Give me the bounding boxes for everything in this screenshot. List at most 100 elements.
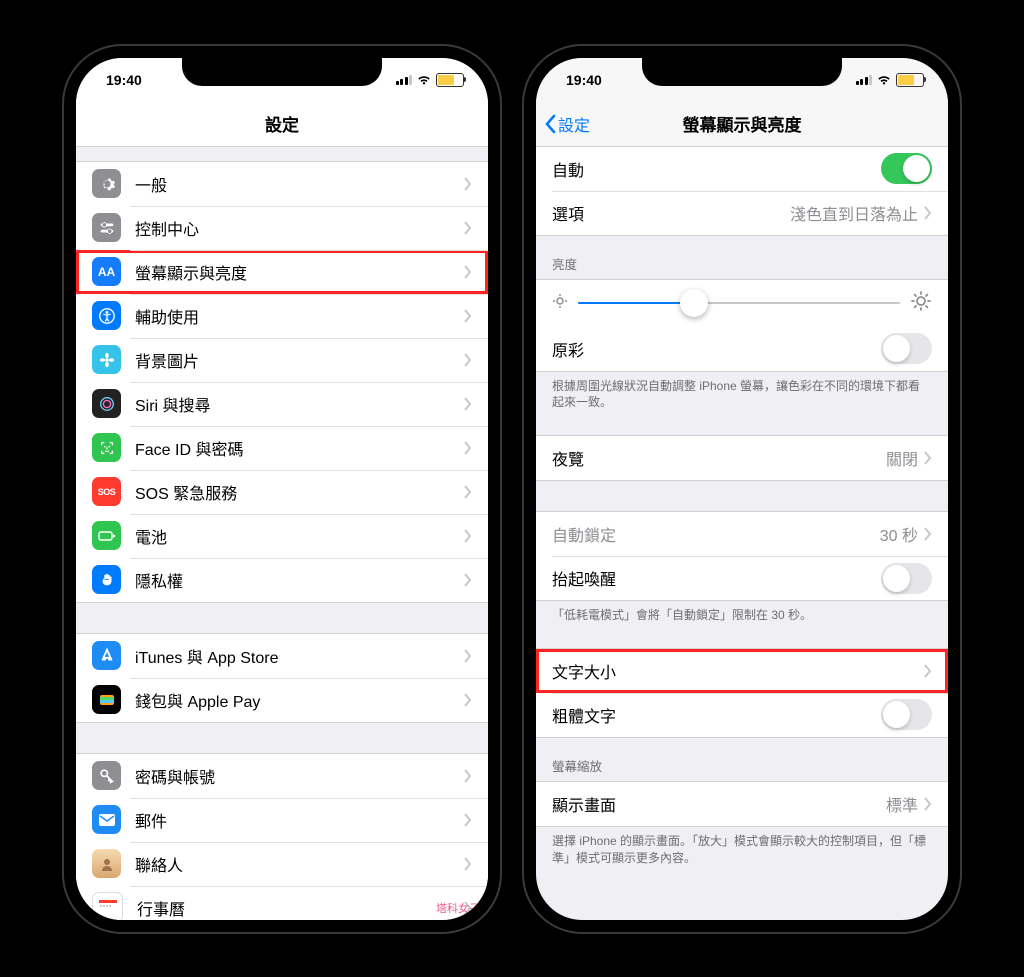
row-label: 郵件 xyxy=(135,808,464,832)
row-label: 輔助使用 xyxy=(135,304,464,328)
wifi-icon xyxy=(876,74,892,86)
switch-bold-text[interactable] xyxy=(881,699,932,730)
row-label: 文字大小 xyxy=(552,659,924,683)
chevron-right-icon xyxy=(464,485,472,499)
row-night-shift[interactable]: 夜覽 關閉 xyxy=(536,436,948,480)
zoom-footer: 選擇 iPhone 的顯示畫面。「放大」模式會顯示較大的控制項目，但「標準」模式… xyxy=(536,827,948,871)
row-text-size[interactable]: 文字大小 xyxy=(536,649,948,693)
row-bold-text[interactable]: 粗體文字 xyxy=(536,693,948,737)
sos-icon: SOS xyxy=(92,477,121,506)
chevron-right-icon xyxy=(464,857,472,871)
row-options[interactable]: 選項 淺色直到日落為止 xyxy=(536,191,948,235)
row-label: 隱私權 xyxy=(135,568,464,592)
wifi-icon xyxy=(416,74,432,86)
row-true-tone[interactable]: 原彩 xyxy=(536,327,948,371)
wallet-icon xyxy=(92,685,121,714)
contacts-icon xyxy=(92,849,121,878)
siri-icon xyxy=(92,389,121,418)
brightness-slider[interactable] xyxy=(578,302,900,304)
row-label: Face ID 與密碼 xyxy=(135,436,464,460)
chevron-right-icon xyxy=(464,649,472,663)
row-label: 顯示畫面 xyxy=(552,792,886,816)
row-label: 夜覽 xyxy=(552,446,886,470)
phone-mockup-left: 19:40 設定 一般 控制中心 AA 螢幕顯示與亮度 xyxy=(62,44,502,934)
chevron-right-icon xyxy=(924,206,932,220)
battery-icon xyxy=(436,73,464,87)
row-label: 原彩 xyxy=(552,337,881,361)
faceid-icon xyxy=(92,433,121,462)
battery-icon xyxy=(92,521,121,550)
row-label: 自動 xyxy=(552,157,881,181)
screen-left: 19:40 設定 一般 控制中心 AA 螢幕顯示與亮度 xyxy=(76,58,488,920)
row-privacy[interactable]: 隱私權 xyxy=(76,558,488,602)
row-label: 抬起喚醒 xyxy=(552,566,881,590)
chevron-right-icon xyxy=(464,441,472,455)
row-label: 螢幕顯示與亮度 xyxy=(135,260,464,284)
content-right[interactable]: 自動 選項 淺色直到日落為止 亮度 原彩 根據周圍光線狀況自動調整 iPhone… xyxy=(536,147,948,920)
row-general[interactable]: 一般 xyxy=(76,162,488,206)
row-contacts[interactable]: 聯絡人 xyxy=(76,842,488,886)
row-label: 選項 xyxy=(552,201,790,225)
chevron-right-icon xyxy=(924,664,932,678)
row-raise-to-wake[interactable]: 抬起喚醒 xyxy=(536,556,948,600)
chevron-right-icon xyxy=(924,451,932,465)
row-siri[interactable]: Siri 與搜尋 xyxy=(76,382,488,426)
row-passwords[interactable]: 密碼與帳號 xyxy=(76,754,488,798)
row-label: 錢包與 Apple Pay xyxy=(135,688,464,712)
switch-true-tone[interactable] xyxy=(881,333,932,364)
row-label: 行事曆 xyxy=(137,896,464,920)
notch xyxy=(182,58,382,86)
cellular-icon xyxy=(856,75,873,85)
row-calendar[interactable]: 行事曆 xyxy=(76,886,488,920)
status-time: 19:40 xyxy=(566,72,602,88)
switch-auto[interactable] xyxy=(881,153,932,184)
chevron-right-icon xyxy=(464,353,472,367)
back-button[interactable]: 設定 xyxy=(544,112,590,136)
content-left[interactable]: 一般 控制中心 AA 螢幕顯示與亮度 輔助使用 背景圖片 xyxy=(76,147,488,920)
row-display-brightness[interactable]: AA 螢幕顯示與亮度 xyxy=(76,250,488,294)
chevron-right-icon xyxy=(464,573,472,587)
row-control-center[interactable]: 控制中心 xyxy=(76,206,488,250)
accessibility-icon xyxy=(92,301,121,330)
row-label: 電池 xyxy=(135,524,464,548)
row-auto[interactable]: 自動 xyxy=(536,147,948,191)
chevron-right-icon xyxy=(464,309,472,323)
chevron-right-icon xyxy=(464,769,472,783)
row-display-zoom[interactable]: 顯示畫面 標準 xyxy=(536,782,948,826)
chevron-right-icon xyxy=(464,529,472,543)
hand-icon xyxy=(92,565,121,594)
row-wallet[interactable]: 錢包與 Apple Pay xyxy=(76,678,488,722)
screen-right: 19:40 設定 螢幕顯示與亮度 自動 選項 淺色直到日落為止 亮度 xyxy=(536,58,948,920)
chevron-right-icon xyxy=(464,265,472,279)
row-value: 30 秒 xyxy=(880,522,918,546)
row-label: 控制中心 xyxy=(135,216,464,240)
brightness-slider-row[interactable] xyxy=(536,280,948,327)
row-label: 密碼與帳號 xyxy=(135,764,464,788)
flower-icon xyxy=(92,345,121,374)
switches-icon xyxy=(92,213,121,242)
row-battery[interactable]: 電池 xyxy=(76,514,488,558)
row-sos[interactable]: SOS SOS 緊急服務 xyxy=(76,470,488,514)
key-icon xyxy=(92,761,121,790)
chevron-right-icon xyxy=(464,221,472,235)
row-label: 聯絡人 xyxy=(135,852,464,876)
row-mail[interactable]: 郵件 xyxy=(76,798,488,842)
nav-bar: 設定 螢幕顯示與亮度 xyxy=(536,102,948,147)
sun-large-icon xyxy=(910,290,932,317)
chevron-right-icon xyxy=(924,527,932,541)
sun-small-icon xyxy=(552,293,568,314)
row-accessibility[interactable]: 輔助使用 xyxy=(76,294,488,338)
chevron-right-icon xyxy=(924,797,932,811)
status-time: 19:40 xyxy=(106,72,142,88)
appstore-icon xyxy=(92,641,121,670)
status-icons xyxy=(856,73,925,87)
chevron-right-icon xyxy=(464,177,472,191)
battery-icon xyxy=(896,73,924,87)
textsize-icon: AA xyxy=(92,257,121,286)
switch-raise-to-wake[interactable] xyxy=(881,563,932,594)
row-wallpaper[interactable]: 背景圖片 xyxy=(76,338,488,382)
row-faceid[interactable]: Face ID 與密碼 xyxy=(76,426,488,470)
watermark: 塔科女子 xyxy=(436,900,480,916)
row-appstore[interactable]: iTunes 與 App Store xyxy=(76,634,488,678)
back-label: 設定 xyxy=(558,112,590,136)
